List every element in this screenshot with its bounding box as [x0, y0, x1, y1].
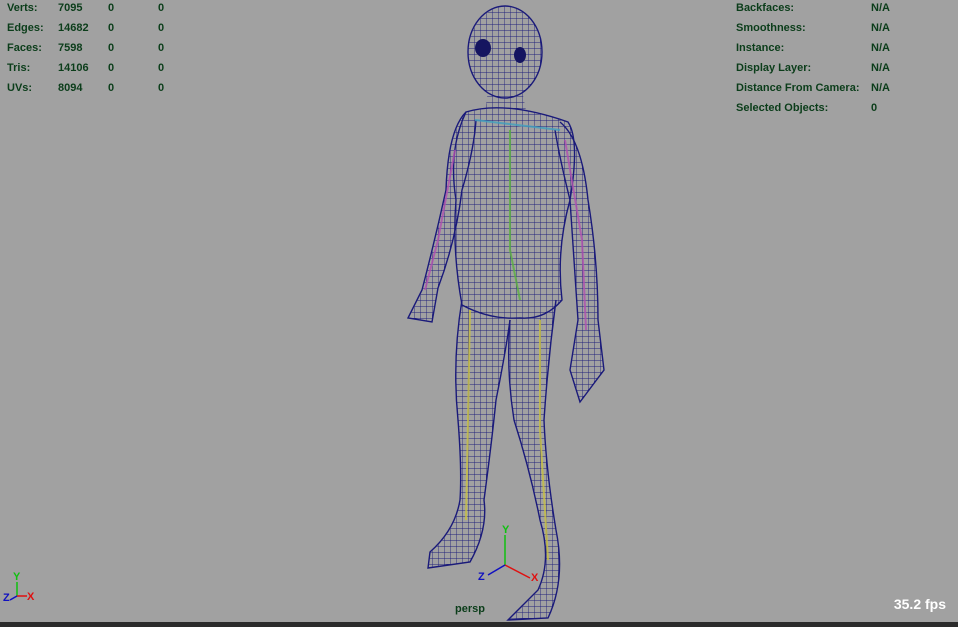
stat-value: 14682	[58, 22, 89, 34]
info-value: 0	[871, 102, 878, 114]
stat-value: 0	[108, 62, 115, 74]
stat-value: 0	[108, 22, 115, 34]
info-label: Backfaces:	[736, 2, 795, 14]
stat-label: UVs:	[7, 82, 33, 94]
stat-label: Verts:	[7, 2, 38, 14]
stat-value: 8094	[58, 82, 83, 94]
stat-label: Tris:	[7, 62, 31, 74]
stat-value: 0	[158, 82, 165, 94]
stat-value: 0	[108, 2, 115, 14]
stat-value: 14106	[58, 62, 89, 74]
stat-label: Faces:	[7, 42, 42, 54]
info-label: Display Layer:	[736, 62, 812, 74]
stat-value: 0	[158, 62, 165, 74]
info-label: Smoothness:	[736, 22, 806, 34]
fps-counter: 35.2 fps	[893, 596, 946, 612]
stat-value: 0	[108, 42, 115, 54]
info-label: Instance:	[736, 42, 785, 54]
stat-value: 7095	[58, 2, 83, 14]
info-label: Selected Objects:	[736, 102, 829, 114]
info-label: Distance From Camera:	[736, 82, 860, 94]
stat-value: 0	[158, 2, 165, 14]
stat-value: 0	[108, 82, 115, 94]
info-value: N/A	[871, 62, 890, 74]
stat-value: 0	[158, 22, 165, 34]
info-value: N/A	[871, 42, 890, 54]
info-value: N/A	[871, 82, 890, 94]
stat-value: 0	[158, 42, 165, 54]
info-value: N/A	[871, 22, 890, 34]
camera-name-label: persp	[455, 603, 485, 615]
stat-label: Edges:	[7, 22, 44, 34]
perspective-viewport[interactable]: Verts: 7095 0 0 Edges: 14682 0 0 Faces: …	[0, 0, 958, 627]
info-value: N/A	[871, 2, 890, 14]
stat-value: 7598	[58, 42, 83, 54]
